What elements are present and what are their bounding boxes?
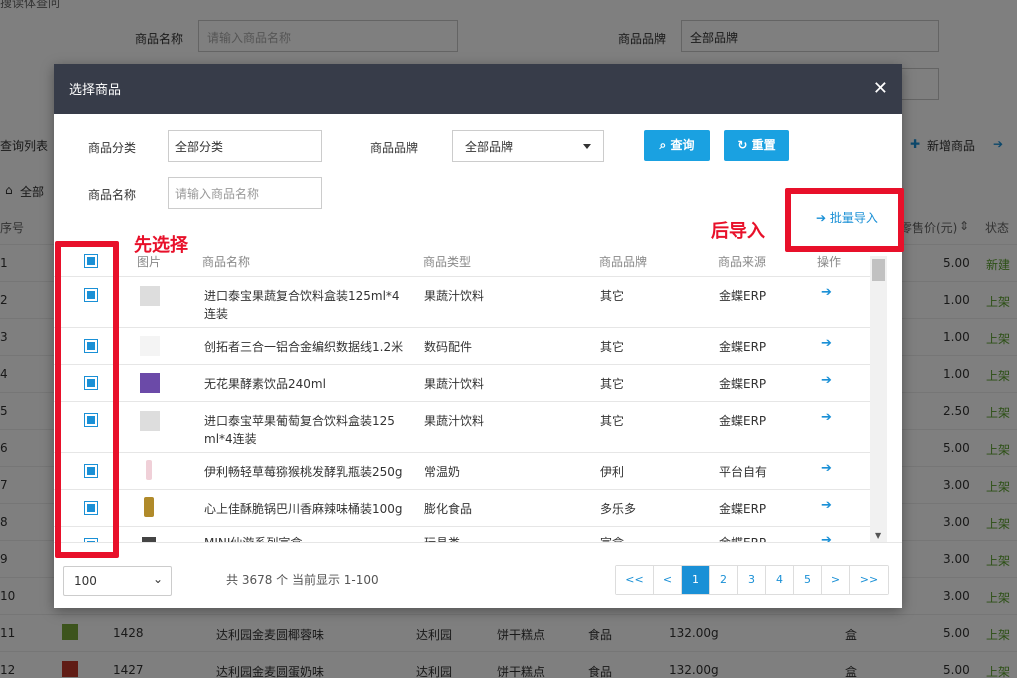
footer-divider [54,542,902,543]
table-row[interactable]: 伊利畅轻草莓猕猴桃发酵乳瓶装250g 常温奶 伊利 平台自有 ➔ [54,452,870,489]
category-label: 商品分类 [88,141,137,155]
chevron-down-icon: ⌄ [152,572,163,586]
pagination: << < 1 2 3 4 5 > >> [615,565,889,595]
import-row-icon[interactable]: ➔ [821,498,832,513]
name-input[interactable]: 请输入商品名称 [168,177,322,209]
product-thumbnail [140,286,160,306]
page-prev[interactable]: < [654,566,682,594]
search-button[interactable]: ⌕ 查询 [644,130,710,161]
page-size-select[interactable]: 100 ⌄ [63,566,172,596]
col-action: 操作 [817,255,842,269]
select-product-modal: 选择商品 ✕ 商品分类 全部分类 商品品牌 全部品牌 ⌕ 查询 ↻ 重置 商品名… [54,64,902,608]
brand-select-value: 全部品牌 [465,140,514,154]
table-row[interactable]: 进口泰宝苹果葡萄复合饮料盒装125 ml*4连装 果蔬汁饮料 其它 金蝶ERP … [54,401,870,452]
import-row-icon[interactable]: ➔ [821,336,832,351]
product-thumbnail [144,497,154,517]
page-2[interactable]: 2 [710,566,738,594]
search-icon: ⌕ [659,138,667,152]
annotation-import-after: 后导入 [711,221,765,242]
import-row-icon[interactable]: ➔ [821,410,832,425]
page-info: 共 3678 个 当前显示 1-100 [226,573,379,587]
col-brand: 商品品牌 [599,255,648,269]
table-scrollbar[interactable]: ▼ [870,256,887,542]
modal-header: 选择商品 ✕ [54,64,902,114]
product-thumbnail [140,411,160,431]
reset-button[interactable]: ↻ 重置 [724,130,789,161]
annotation-checkbox-highlight [55,241,119,558]
annotation-select-first: 先选择 [134,235,188,256]
table-row[interactable]: 心上佳酥脆锅巴川香麻辣味桶装100g 膨化食品 多乐多 金蝶ERP ➔ [54,489,870,526]
page-3[interactable]: 3 [738,566,766,594]
page-5[interactable]: 5 [794,566,822,594]
product-thumbnail [140,373,160,393]
page-last[interactable]: >> [850,566,888,594]
reset-button-label: 重置 [751,138,776,152]
category-field[interactable]: 全部分类 [168,130,322,162]
import-row-icon[interactable]: ➔ [821,373,832,388]
page-4[interactable]: 4 [766,566,794,594]
col-type: 商品类型 [423,255,472,269]
col-source: 商品来源 [718,255,767,269]
annotation-import-highlight [785,188,904,252]
page-size-value: 100 [74,574,97,588]
close-icon[interactable]: ✕ [873,79,888,99]
scroll-down-icon[interactable]: ▼ [875,531,881,540]
scrollbar-thumb[interactable] [872,259,885,281]
import-row-icon[interactable]: ➔ [821,285,832,300]
caret-down-icon [583,144,591,149]
modal-title: 选择商品 [69,83,122,98]
col-name: 商品名称 [202,255,251,269]
import-row-icon[interactable]: ➔ [821,533,832,542]
brand-select[interactable]: 全部品牌 [452,130,604,162]
import-row-icon[interactable]: ➔ [821,461,832,476]
product-thumbnail [146,460,152,480]
page-first[interactable]: << [616,566,654,594]
search-button-label: 查询 [670,138,695,152]
refresh-icon: ↻ [737,138,748,152]
table-row[interactable]: MINI仙游系列宣盒 玩具类 宣盒 金蝶ERP ➔ [54,526,870,542]
table-row[interactable]: 进口泰宝果蔬复合饮料盒装125ml*4 连装 果蔬汁饮料 其它 金蝶ERP ➔ [54,276,870,327]
table-row[interactable]: 创拓者三合一铝合金编织数据线1.2米 数码配件 其它 金蝶ERP ➔ [54,327,870,364]
name-label: 商品名称 [88,188,137,202]
page-1[interactable]: 1 [682,566,710,594]
product-thumbnail [140,336,160,356]
page-next[interactable]: > [822,566,850,594]
brand-label: 商品品牌 [370,141,419,155]
table-row[interactable]: 无花果酵素饮品240ml 果蔬汁饮料 其它 金蝶ERP ➔ [54,364,870,401]
